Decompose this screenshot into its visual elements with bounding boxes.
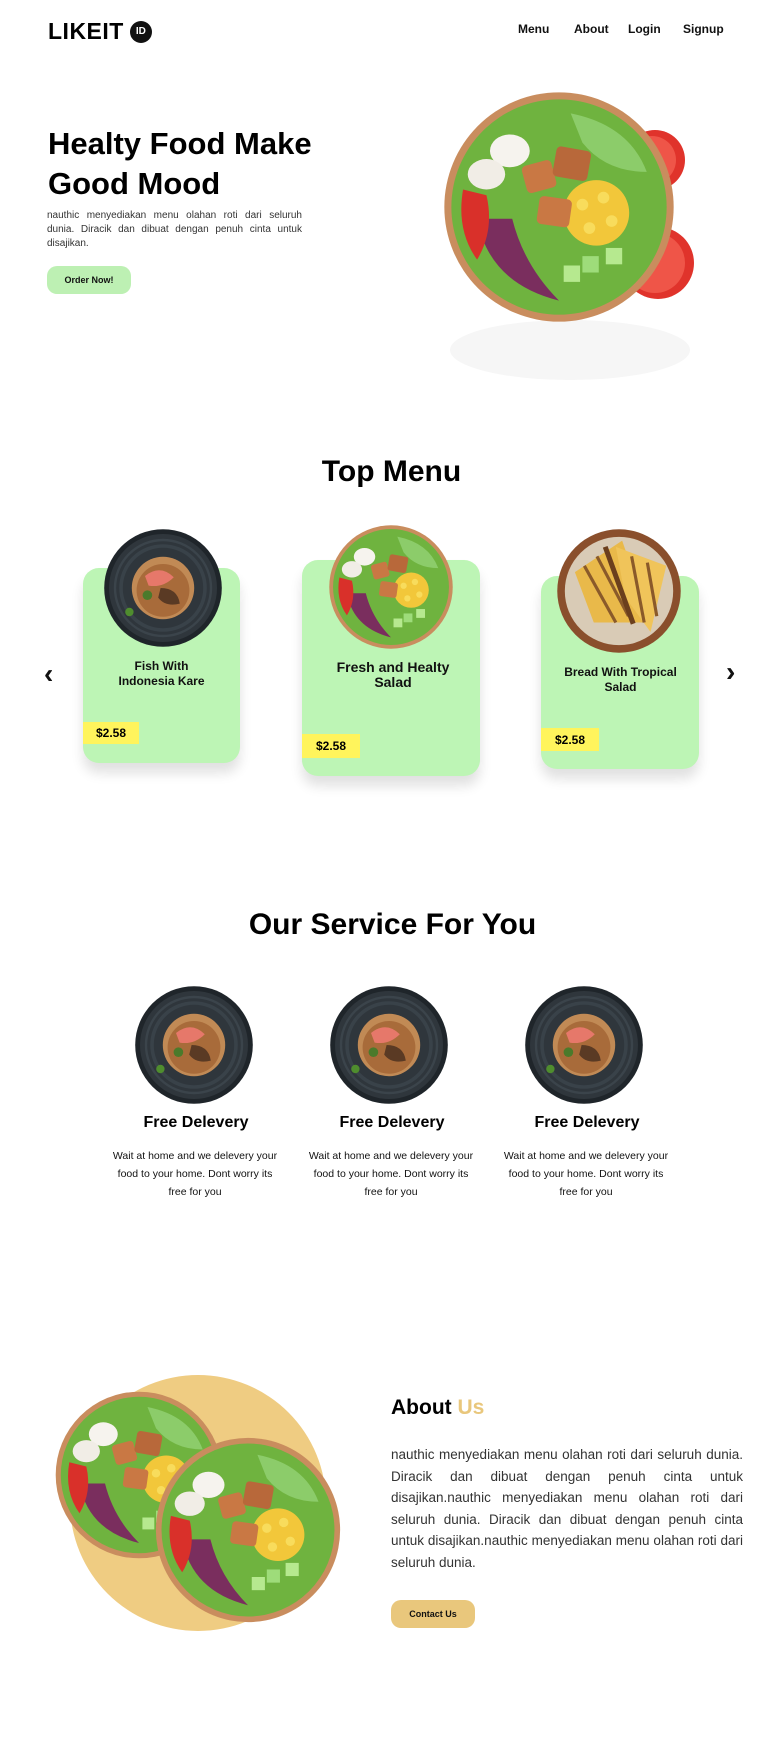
- logo[interactable]: LIKEIT ID: [48, 18, 152, 45]
- service-description: Wait at home and we delevery your food t…: [308, 1150, 474, 1198]
- service-image: [133, 985, 255, 1105]
- price-badge: $2.58: [302, 734, 360, 758]
- salad-bowl-image: [324, 520, 458, 654]
- nav-link-signup[interactable]: Signup: [683, 22, 724, 36]
- order-now-button[interactable]: Order Now!: [47, 266, 131, 294]
- about-title: About Us: [391, 1396, 484, 1420]
- hero-title: Healty Food Make Good Mood: [48, 126, 312, 201]
- logo-text: LIKEIT: [48, 18, 124, 44]
- chevron-right-icon[interactable]: ›: [726, 656, 735, 688]
- chevron-left-icon[interactable]: ‹: [44, 658, 53, 690]
- hero-image: [440, 80, 696, 380]
- main-nav: Menu About Login Signup: [518, 22, 724, 36]
- menu-item-name: Bread With Tropical Salad: [564, 665, 677, 694]
- service-image: [328, 985, 450, 1105]
- menu-item-name: Fresh and Healty Salad: [336, 659, 450, 690]
- about-title-text: About: [391, 1396, 452, 1419]
- nav-link-about[interactable]: About: [574, 22, 628, 36]
- services-title: Our Service For You: [248, 908, 537, 941]
- contact-us-button[interactable]: Contact Us: [391, 1600, 475, 1628]
- top-menu-title: Top Menu: [321, 455, 462, 488]
- service-image: [523, 985, 645, 1105]
- toast-bowl-image: [554, 526, 684, 656]
- service-description: Wait at home and we delevery your food t…: [112, 1150, 278, 1198]
- price-badge: $2.58: [83, 722, 139, 744]
- logo-badge: ID: [129, 20, 152, 43]
- about-description: nauthic menyediakan menu olahan roti dar…: [391, 1447, 743, 1570]
- service-title: Free Delevery: [143, 1114, 249, 1131]
- about-title-accent: Us: [457, 1396, 485, 1419]
- nav-link-login[interactable]: Login: [628, 22, 683, 36]
- service-description: Wait at home and we delevery your food t…: [503, 1150, 669, 1198]
- hero-description: nauthic menyediakan menu olahan roti dar…: [47, 210, 302, 249]
- about-image: [50, 1370, 350, 1660]
- price-badge: $2.58: [541, 728, 599, 751]
- service-title: Free Delevery: [339, 1114, 445, 1131]
- nav-link-menu[interactable]: Menu: [518, 22, 574, 36]
- service-title: Free Delevery: [534, 1114, 640, 1131]
- curry-dish-image: [101, 528, 225, 648]
- menu-item-name: Fish With Indonesia Kare: [118, 659, 205, 688]
